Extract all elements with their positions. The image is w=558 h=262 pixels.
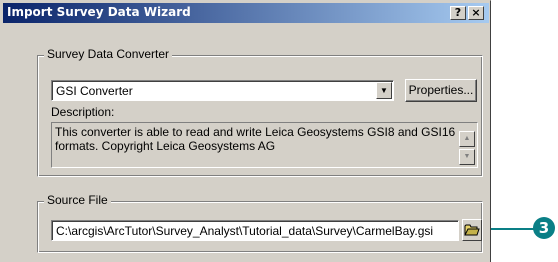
browse-button[interactable]	[462, 219, 482, 241]
properties-button[interactable]: Properties...	[405, 79, 477, 102]
source-file-path: C:\arcgis\ArcTutor\Survey_Analyst\Tutori…	[56, 224, 434, 238]
source-group-legend: Source File	[44, 193, 111, 207]
import-survey-data-dialog: Import Survey Data Wizard ? × Survey Dat…	[0, 0, 491, 262]
description-label: Description:	[51, 105, 115, 119]
help-button[interactable]: ?	[450, 6, 466, 20]
converter-select[interactable]: GSI Converter ▼	[51, 80, 394, 101]
description-text: This converter is able to read and write…	[55, 125, 456, 153]
callout-badge: 3	[533, 217, 555, 239]
scroll-up-icon[interactable]: ▲	[459, 131, 475, 147]
description-box: This converter is able to read and write…	[51, 122, 478, 168]
window-title: Import Survey Data Wizard	[7, 5, 191, 19]
callout-line	[491, 228, 539, 230]
converter-group-legend: Survey Data Converter	[44, 47, 173, 61]
chevron-down-icon[interactable]: ▼	[376, 82, 392, 99]
converter-select-value: GSI Converter	[56, 84, 133, 98]
scroll-down-icon[interactable]: ▼	[459, 149, 475, 165]
survey-data-converter-group: Survey Data Converter GSI Converter ▼ Pr…	[37, 47, 483, 177]
close-button[interactable]: ×	[468, 6, 484, 20]
source-file-path-field[interactable]: C:\arcgis\ArcTutor\Survey_Analyst\Tutori…	[51, 220, 459, 241]
open-folder-icon	[464, 224, 480, 236]
title-bar[interactable]: Import Survey Data Wizard ? ×	[3, 3, 489, 23]
source-file-group: Source File C:\arcgis\ArcTutor\Survey_An…	[37, 193, 483, 253]
